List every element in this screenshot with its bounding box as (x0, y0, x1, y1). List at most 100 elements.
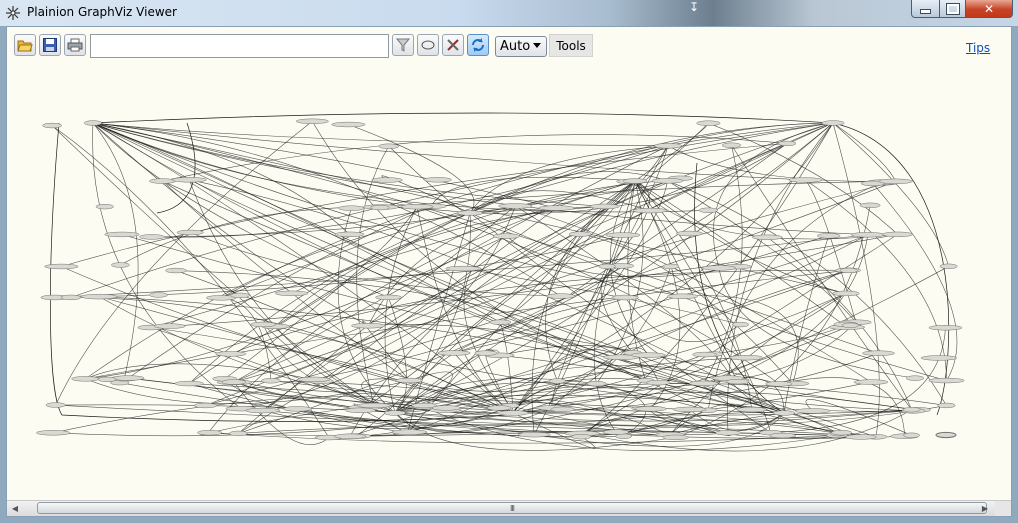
title-bar[interactable]: Plainion GraphViz Viewer ↧ ✕ (0, 0, 1018, 26)
graph-node[interactable] (676, 230, 703, 237)
graph-node[interactable] (696, 120, 721, 126)
tips-link[interactable]: Tips (966, 41, 990, 55)
graph-node[interactable] (859, 202, 881, 208)
graph-node[interactable] (487, 405, 512, 411)
graph-node[interactable] (646, 379, 671, 386)
graph-node[interactable] (250, 321, 277, 328)
graph-node[interactable] (589, 203, 620, 210)
graph-node[interactable] (939, 263, 958, 269)
graph-node[interactable] (45, 402, 66, 408)
graph-node[interactable] (375, 294, 402, 301)
graph-node[interactable] (752, 234, 783, 240)
graph-node[interactable] (630, 352, 666, 358)
graph-node[interactable] (546, 293, 576, 299)
graph-node[interactable] (176, 229, 204, 236)
graph-node[interactable] (215, 351, 247, 357)
graph-node[interactable] (245, 407, 281, 414)
graph-node[interactable] (862, 350, 895, 356)
graph-node[interactable] (474, 350, 498, 356)
graph-node[interactable] (391, 429, 428, 435)
graph-node[interactable] (688, 380, 719, 387)
graph-node[interactable] (153, 323, 186, 329)
graph-node[interactable] (902, 407, 921, 413)
graph-node[interactable] (654, 143, 683, 149)
graph-node[interactable] (672, 406, 707, 413)
graph-node[interactable] (44, 263, 79, 270)
graph-node[interactable] (611, 294, 639, 301)
graph-node[interactable] (721, 142, 742, 148)
graph-node[interactable] (498, 203, 533, 209)
graph-node[interactable] (632, 207, 668, 214)
graph-node[interactable] (274, 290, 309, 296)
search-input[interactable] (90, 34, 389, 58)
graph-node[interactable] (795, 408, 831, 414)
graph-node[interactable] (283, 406, 312, 412)
graph-node[interactable] (331, 121, 366, 128)
graph-node[interactable] (715, 430, 741, 436)
graph-node[interactable] (765, 381, 793, 387)
graph-node[interactable] (602, 429, 630, 435)
graph-node[interactable] (662, 434, 689, 441)
filter-button[interactable] (392, 34, 414, 56)
graph-node[interactable] (295, 118, 329, 124)
graph-node[interactable] (698, 207, 718, 213)
graph-node[interactable] (935, 431, 957, 439)
maximize-button[interactable] (939, 0, 966, 18)
graph-node[interactable] (112, 375, 145, 381)
graph-node[interactable] (395, 377, 423, 384)
graph-node[interactable] (149, 292, 168, 298)
graph-node[interactable] (662, 263, 680, 270)
graph-node[interactable] (80, 293, 118, 300)
graph-node[interactable] (111, 262, 130, 268)
graph-node[interactable] (928, 325, 963, 331)
layout-mode-select[interactable]: Auto (495, 36, 547, 57)
horizontal-scrollbar[interactable]: ◀ III ▶ (7, 500, 1011, 516)
graph-node[interactable] (431, 405, 461, 411)
graph-node[interactable] (221, 379, 247, 385)
graph-node[interactable] (334, 433, 367, 439)
minimize-button[interactable] (911, 0, 940, 18)
graph-node[interactable] (517, 432, 551, 438)
graph-node[interactable] (850, 232, 885, 238)
graph-node[interactable] (905, 375, 925, 381)
graph-node[interactable] (571, 434, 592, 440)
graph-node[interactable] (345, 407, 376, 413)
graph-node[interactable] (384, 410, 406, 416)
scroll-right-icon[interactable]: ▶ (977, 501, 993, 516)
graph-node[interactable] (489, 319, 512, 325)
graph-node[interactable] (351, 323, 386, 329)
graph-node[interactable] (261, 378, 281, 384)
graph-node[interactable] (692, 351, 718, 358)
graph-node[interactable] (165, 267, 187, 274)
graph-node[interactable] (139, 234, 165, 240)
graph-node[interactable] (84, 120, 102, 126)
graph-node[interactable] (457, 210, 483, 216)
scroll-left-icon[interactable]: ◀ (7, 501, 23, 516)
graph-node[interactable] (149, 178, 176, 184)
graph-node[interactable] (605, 232, 641, 238)
open-button[interactable] (14, 34, 36, 56)
graph-node[interactable] (598, 263, 616, 270)
graph-node[interactable] (104, 231, 140, 238)
settings-button[interactable] (442, 34, 464, 56)
graph-node[interactable] (550, 406, 575, 412)
graph-node[interactable] (729, 355, 764, 361)
graph-node[interactable] (769, 432, 796, 439)
graph-node[interactable] (338, 205, 365, 211)
graph-node[interactable] (400, 204, 434, 210)
graph-node[interactable] (538, 205, 575, 211)
graph-node[interactable] (903, 432, 920, 438)
graph-node[interactable] (97, 376, 117, 383)
graph-node[interactable] (371, 177, 403, 183)
graph-node[interactable] (230, 292, 250, 299)
graph-node[interactable] (492, 233, 521, 239)
graph-node[interactable] (726, 378, 750, 385)
graph-node[interactable] (60, 294, 82, 301)
graph-node[interactable] (174, 380, 204, 387)
print-button[interactable] (64, 34, 86, 56)
graph-node[interactable] (853, 379, 889, 385)
graph-node[interactable] (841, 322, 859, 329)
graph-node[interactable] (882, 231, 913, 238)
graph-node[interactable] (832, 290, 860, 297)
graph-node[interactable] (878, 178, 913, 184)
